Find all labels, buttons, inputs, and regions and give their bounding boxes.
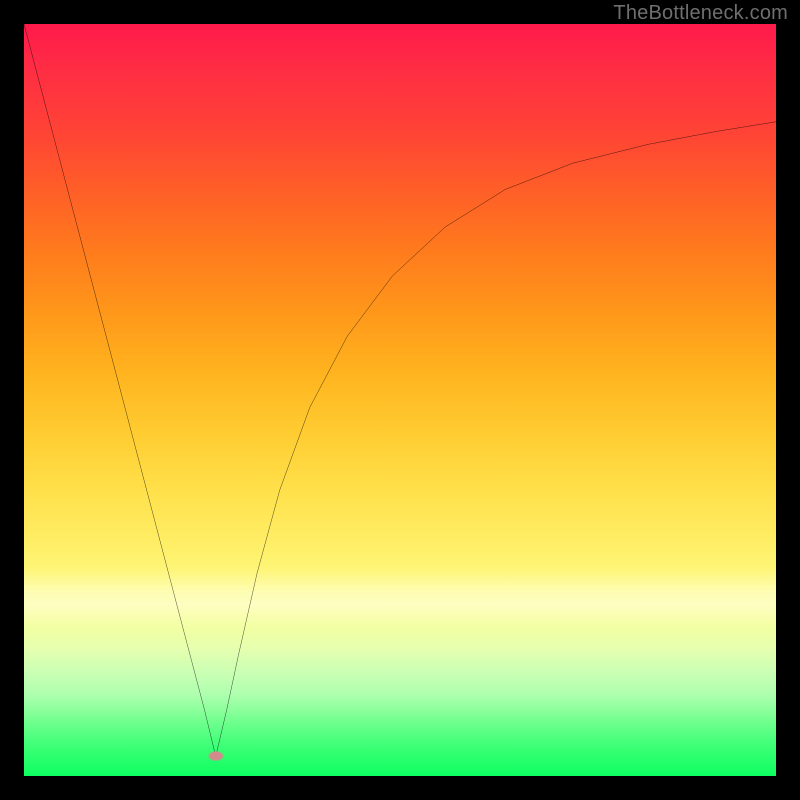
bottleneck-curve-path <box>24 24 776 756</box>
curve-svg <box>24 24 776 776</box>
minimum-marker <box>205 749 227 763</box>
plot-area <box>24 24 776 776</box>
watermark-label: TheBottleneck.com <box>613 2 788 25</box>
outer-frame: TheBottleneck.com <box>0 0 800 800</box>
